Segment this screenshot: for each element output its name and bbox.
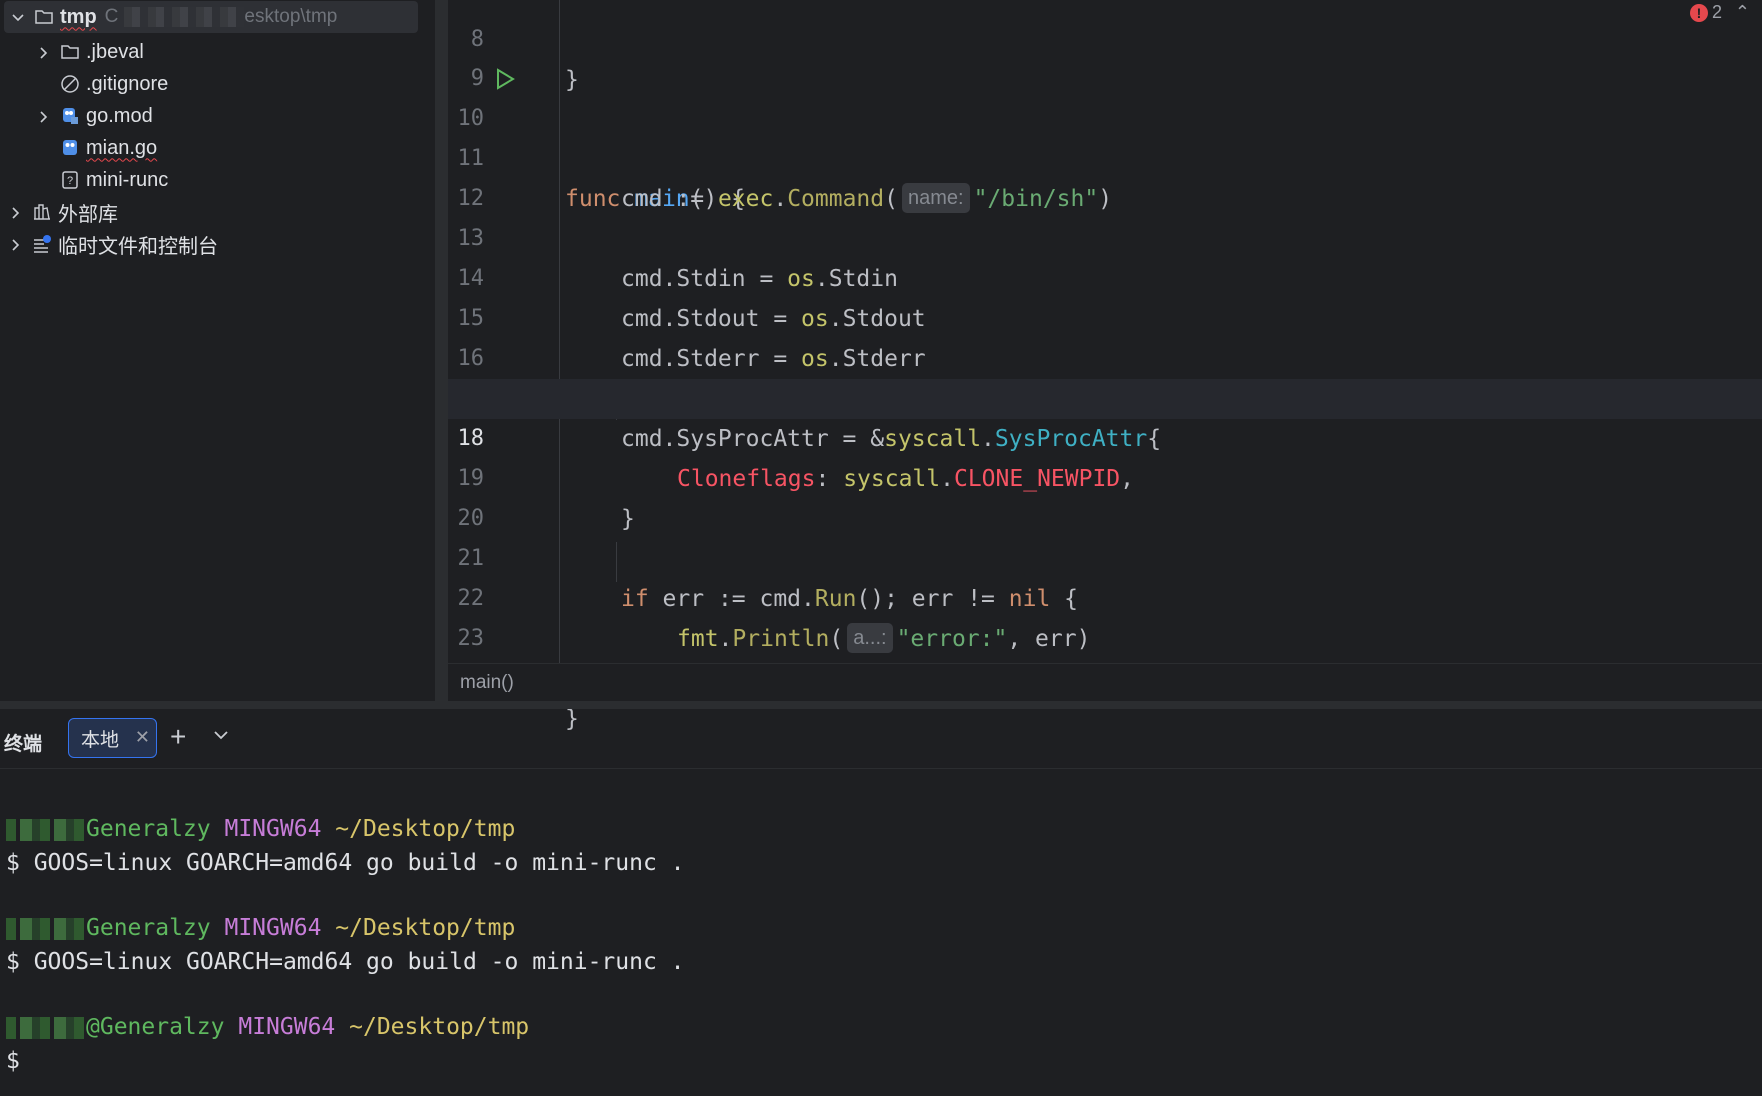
terminal-command: $ GOOS=linux GOARCH=amd64 go build -o mi…: [6, 949, 685, 975]
tree-item-label: go.mod: [86, 104, 153, 127]
code-line[interactable]: 24 }: [448, 619, 1762, 732]
chevron-right-icon[interactable]: [8, 204, 24, 220]
code-line[interactable]: 15 cmd.Stderr = os.Stderr: [448, 259, 1762, 372]
tree-item-label: mini-runc: [86, 168, 169, 191]
tree-item-mini-runc[interactable]: ? mini-runc: [60, 164, 168, 196]
code-line[interactable]: 23 }: [448, 579, 1762, 692]
redacted-username: [6, 917, 86, 940]
code-line[interactable]: 11 cmd := exec.Command(name: "/bin/sh"): [448, 99, 1762, 213]
svg-text:?: ?: [67, 175, 73, 187]
close-icon[interactable]: ✕: [135, 727, 150, 748]
run-icon[interactable]: [493, 67, 517, 91]
unknown-file-icon: ?: [60, 170, 80, 190]
code-line-current[interactable]: 18 Cloneflags: syscall.CLONE_NEWPID,: [448, 379, 1762, 492]
go-mod-icon: [60, 106, 80, 126]
terminal-input-line[interactable]: $: [6, 1045, 20, 1077]
tree-item-scratches[interactable]: 临时文件和控制台: [8, 228, 218, 260]
panel-splitter-horizontal[interactable]: [0, 701, 1762, 709]
tree-item-jbeval[interactable]: .jbeval: [36, 36, 144, 68]
chevron-right-icon[interactable]: [36, 108, 52, 124]
root-folder-name: tmp: [60, 5, 97, 28]
tree-root-tmp[interactable]: tmp C esktop\tmp: [4, 1, 418, 33]
tree-item-label: .gitignore: [86, 72, 169, 95]
folder-icon: [60, 42, 80, 62]
ignored-file-icon: [60, 74, 80, 94]
code-line[interactable]: 17 cmd.SysProcAttr = &syscall.SysProcAtt…: [448, 339, 1762, 452]
terminal-command: $ GOOS=linux GOARCH=amd64 go build -o mi…: [6, 850, 685, 876]
tree-item-gitignore[interactable]: .gitignore: [60, 68, 168, 100]
code-line[interactable]: 10 func main() {: [448, 59, 1762, 212]
tree-item-label: 外部库: [58, 203, 118, 226]
tab-label: 本地: [81, 729, 120, 751]
code-editor[interactable]: ! 2 ⌃ 8 } 9 10 func main() { 11 cmd := e…: [448, 0, 1762, 732]
chevron-right-icon[interactable]: [36, 44, 52, 60]
tree-item-label: mian.go: [86, 136, 158, 159]
terminal-title: 终端: [4, 734, 43, 755]
library-icon: [32, 202, 52, 222]
project-tree-panel: tmp C esktop\tmp .jbeval .gitignore go.m…: [0, 0, 436, 701]
terminal-prompt: Generalzy MINGW64 ~/Desktop/tmp: [6, 813, 515, 845]
code-line[interactable]: 9: [448, 19, 1762, 91]
go-file-icon: [60, 138, 80, 158]
code-line[interactable]: 22 fmt.Println(a...: "error:", err): [448, 539, 1762, 653]
code-line[interactable]: 16: [448, 299, 1762, 371]
scratches-icon: [32, 234, 52, 254]
code-line[interactable]: 8 }: [448, 0, 1762, 93]
tree-item-external-libraries[interactable]: 外部库: [8, 196, 118, 228]
chevron-right-icon[interactable]: [8, 236, 24, 252]
breadcrumb: main(): [448, 663, 1762, 701]
redacted-path: [124, 7, 245, 27]
code-line[interactable]: 14 cmd.Stdout = os.Stdout: [448, 219, 1762, 332]
add-tab-icon[interactable]: +: [170, 723, 186, 751]
terminal-prompt: Generalzy MINGW64 ~/Desktop/tmp: [6, 912, 515, 944]
terminal-header: 终端 本地 ✕ +: [0, 709, 1762, 769]
root-path-prefix: C: [104, 6, 119, 27]
tree-item-label: 临时文件和控制台: [58, 235, 218, 258]
code-line[interactable]: 21 if err := cmd.Run(); err != nil {: [448, 499, 1762, 612]
redacted-username: [6, 1016, 86, 1039]
code-line[interactable]: 13 cmd.Stdin = os.Stdin: [448, 179, 1762, 292]
terminal-output[interactable]: Generalzy MINGW64 ~/Desktop/tmp $ GOOS=l…: [0, 769, 1762, 1096]
tree-item-go-mod[interactable]: go.mod: [36, 100, 153, 132]
code-line[interactable]: 19 }: [448, 419, 1762, 532]
chevron-down-icon[interactable]: [10, 9, 26, 25]
folder-icon: [34, 7, 54, 27]
tree-item-mian-go[interactable]: mian.go: [60, 132, 157, 164]
redacted-username: [6, 818, 86, 841]
panel-splitter[interactable]: [436, 0, 448, 701]
code-line[interactable]: 12: [448, 139, 1762, 211]
code-line[interactable]: 20: [448, 459, 1762, 531]
root-path-suffix: esktop\tmp: [244, 6, 338, 27]
chevron-down-icon[interactable]: [211, 725, 231, 745]
terminal-tab-local[interactable]: 本地 ✕: [68, 718, 157, 758]
terminal-prompt: @Generalzy MINGW64 ~/Desktop/tmp: [6, 1011, 529, 1043]
tree-item-label: .jbeval: [86, 40, 144, 63]
breadcrumb-item[interactable]: main(): [460, 672, 514, 694]
